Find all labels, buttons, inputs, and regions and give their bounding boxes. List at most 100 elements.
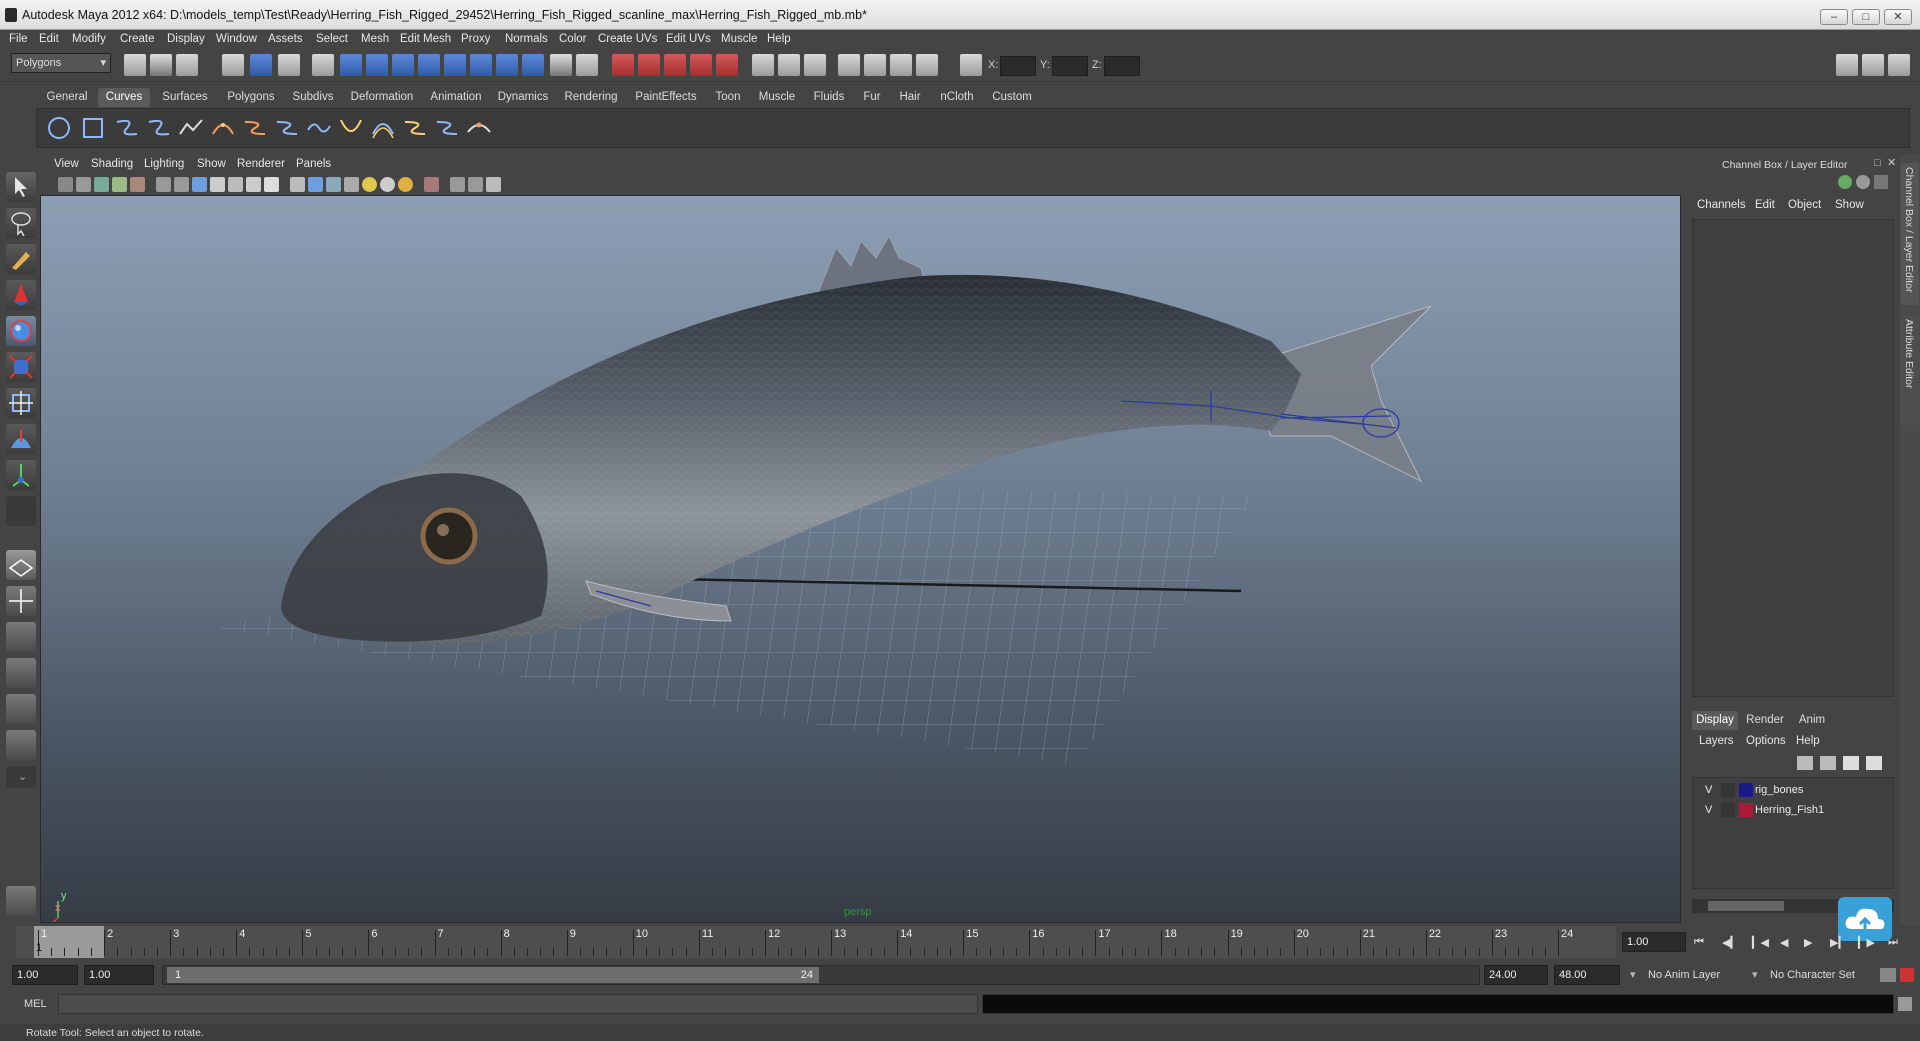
layer-row-rig-bones[interactable]: V rig_bones <box>1699 782 1885 800</box>
tab-anim-layers[interactable]: Anim <box>1792 711 1832 730</box>
channel-box-ghost-icon[interactable] <box>1856 175 1870 189</box>
curve-editing-tool-icon[interactable] <box>465 114 493 142</box>
menu-proxy[interactable]: Proxy <box>461 33 490 45</box>
channel-box-settings-icon[interactable] <box>1874 175 1888 189</box>
menu-create[interactable]: Create <box>120 33 155 45</box>
select-deformations-icon[interactable] <box>444 54 466 76</box>
persp-graph-layout-icon[interactable] <box>6 658 36 688</box>
select-curves-icon[interactable] <box>392 54 414 76</box>
go-to-end-icon[interactable]: ⏭ <box>1888 936 1898 949</box>
vp-menu-renderer[interactable]: Renderer <box>237 158 285 170</box>
menu-mesh[interactable]: Mesh <box>361 33 389 45</box>
lock-selection-icon[interactable] <box>550 54 572 76</box>
play-forwards-icon[interactable]: ▶ <box>1804 936 1812 949</box>
film-gate-icon[interactable] <box>174 177 189 192</box>
menu-window[interactable]: Window <box>216 33 257 45</box>
menu-modify[interactable]: Modify <box>72 33 106 45</box>
absolute-transform-icon[interactable] <box>960 54 982 76</box>
soft-modification-tool-icon[interactable] <box>6 424 36 454</box>
vp-menu-lighting[interactable]: Lighting <box>144 158 184 170</box>
animation-preferences-icon[interactable] <box>1900 968 1914 982</box>
extend-curve-icon[interactable] <box>337 114 365 142</box>
range-slider-handle[interactable]: 1 24 <box>167 967 819 983</box>
wireframe-icon[interactable] <box>290 177 305 192</box>
y-field[interactable] <box>1052 56 1088 76</box>
rotate-tool-icon[interactable] <box>6 316 36 346</box>
image-plane-icon[interactable] <box>112 177 127 192</box>
select-joints-icon[interactable] <box>366 54 388 76</box>
scrollbar-thumb[interactable] <box>1708 901 1784 911</box>
pencil-curve-tool-icon[interactable] <box>177 114 205 142</box>
command-input[interactable] <box>58 994 978 1014</box>
select-object-icon[interactable] <box>250 54 272 76</box>
menu-create-uvs[interactable]: Create UVs <box>598 33 657 45</box>
last-tool-icon[interactable] <box>6 496 36 526</box>
side-tab-attribute-editor[interactable]: Attribute Editor <box>1901 315 1919 425</box>
grid-toggle-icon[interactable] <box>156 177 171 192</box>
select-misc-icon[interactable] <box>522 54 544 76</box>
maximize-button[interactable]: □ <box>1852 9 1880 25</box>
side-tab-channel-box[interactable]: Channel Box / Layer Editor <box>1901 163 1919 305</box>
select-camera-icon[interactable] <box>58 177 73 192</box>
channel-list[interactable] <box>1692 219 1894 697</box>
tab-rendering[interactable]: Rendering <box>558 88 624 107</box>
select-handles-icon[interactable] <box>340 54 362 76</box>
cv-curve-tool-icon[interactable] <box>113 114 141 142</box>
menu-help[interactable]: Help <box>767 33 791 45</box>
menu-display[interactable]: Display <box>167 33 205 45</box>
menu-set-selector[interactable]: Polygons ▾ <box>11 53 111 73</box>
two-d-pan-zoom-icon[interactable] <box>130 177 145 192</box>
menu-muscle[interactable]: Muscle <box>721 33 757 45</box>
script-language-toggle[interactable]: MEL <box>24 998 47 1010</box>
layer-visibility-toggle[interactable]: V <box>1705 784 1712 796</box>
tab-custom[interactable]: Custom <box>986 88 1038 107</box>
tab-fur[interactable]: Fur <box>856 88 888 107</box>
tab-display-layers[interactable]: Display <box>1692 711 1738 730</box>
channel-box-key-icon[interactable] <box>1838 175 1852 189</box>
outliner-persp-graph-layout-icon[interactable] <box>6 730 36 760</box>
select-tool-icon[interactable] <box>6 172 36 202</box>
vp-menu-shading[interactable]: Shading <box>91 158 133 170</box>
paint-select-tool-icon[interactable] <box>6 244 36 274</box>
vp-menu-show[interactable]: Show <box>197 158 226 170</box>
tab-subdivs[interactable]: Subdivs <box>286 88 340 107</box>
mask-dropdown-icon[interactable] <box>312 54 334 76</box>
time-slider[interactable]: 1 1 2 3 4 5 6 7 8 9 10 11 12 13 14 15 16 17 18 19 20 21 22 23 2… <box>16 926 1616 958</box>
step-back-frame-icon[interactable]: ◀▎ <box>1722 936 1739 949</box>
current-frame-field[interactable]: 1.00 <box>1622 932 1686 952</box>
move-layer-up-icon[interactable] <box>1797 756 1813 770</box>
nurbs-circle-icon[interactable] <box>45 114 73 142</box>
cb-menu-show[interactable]: Show <box>1835 199 1864 211</box>
step-forward-frame-icon[interactable]: ▎▶ <box>1858 936 1875 949</box>
textured-icon[interactable] <box>344 177 359 192</box>
anim-layer-selector[interactable]: No Anim Layer <box>1648 969 1720 981</box>
float-panel-icon[interactable]: □ <box>1874 157 1881 169</box>
menu-file[interactable]: File <box>9 33 28 45</box>
channel-box-toggle-icon[interactable] <box>1888 54 1910 76</box>
cb-menu-edit[interactable]: Edit <box>1755 199 1775 211</box>
cb-menu-object[interactable]: Object <box>1788 199 1821 211</box>
use-all-lights-icon[interactable] <box>362 177 377 192</box>
menu-edit-mesh[interactable]: Edit Mesh <box>400 33 451 45</box>
range-slider-track[interactable]: 1 24 <box>162 965 1480 985</box>
playback-end-field[interactable]: 24.00 <box>1484 965 1548 985</box>
select-component-icon[interactable] <box>278 54 300 76</box>
step-forward-key-icon[interactable]: ▶▎ <box>1830 936 1847 949</box>
move-tool-icon[interactable] <box>6 280 36 310</box>
tab-deformation[interactable]: Deformation <box>344 88 420 107</box>
layer-name[interactable]: Herring_Fish1 <box>1755 804 1824 816</box>
layer-visibility-toggle[interactable]: V <box>1705 804 1712 816</box>
ep-curve-tool-icon[interactable] <box>145 114 173 142</box>
start-time-field[interactable]: 1.00 <box>12 965 78 985</box>
rebuild-curve-icon[interactable] <box>401 114 429 142</box>
open-scene-icon[interactable] <box>150 54 172 76</box>
layer-display-type[interactable] <box>1721 783 1735 797</box>
render-settings-icon[interactable] <box>916 54 938 76</box>
tab-curves[interactable]: Curves <box>98 88 150 107</box>
minimize-button[interactable]: – <box>1820 9 1848 25</box>
select-rendering-icon[interactable] <box>496 54 518 76</box>
hud-icon[interactable] <box>486 177 501 192</box>
layer-display-type[interactable] <box>1721 803 1735 817</box>
snap-grid-icon[interactable] <box>612 54 634 76</box>
tab-dynamics[interactable]: Dynamics <box>492 88 554 107</box>
